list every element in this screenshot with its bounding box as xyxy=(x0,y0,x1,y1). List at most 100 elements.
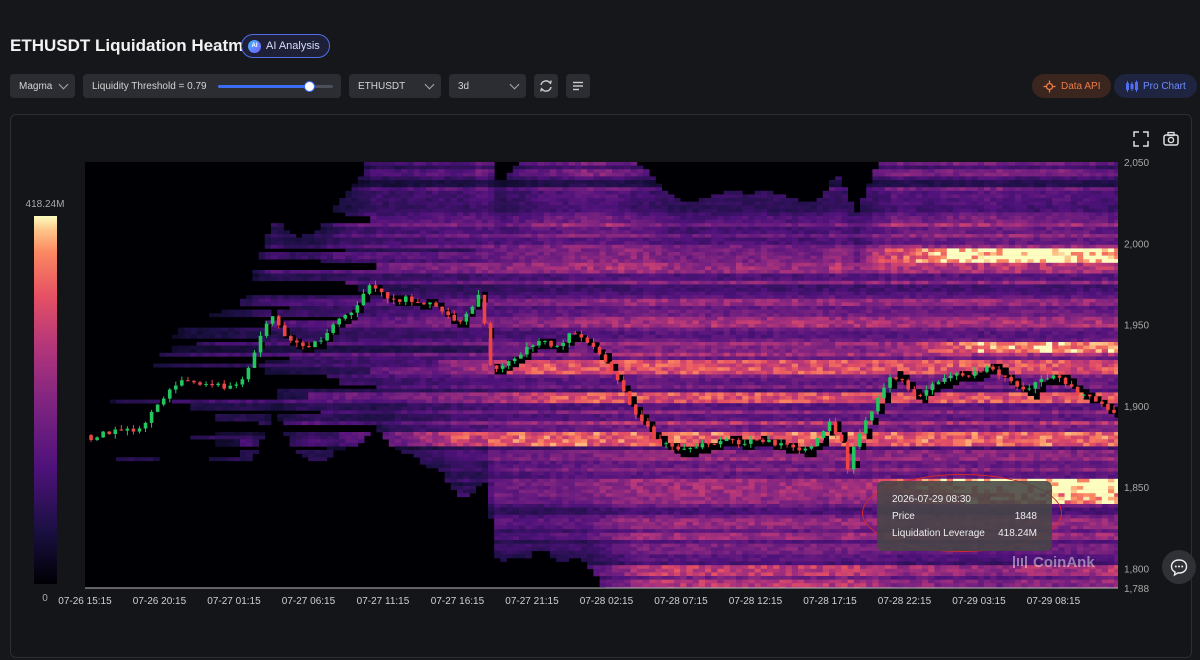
heatmap-cell xyxy=(444,334,452,339)
heatmap-cell xyxy=(345,406,352,411)
heatmap-cell xyxy=(612,223,619,228)
heatmap-cell xyxy=(593,237,600,242)
heatmap-cell xyxy=(512,500,520,505)
heatmap-cell xyxy=(419,417,427,422)
heatmap-cell xyxy=(537,270,545,274)
heatmap-cell xyxy=(605,165,613,170)
heatmap-cell xyxy=(444,468,452,472)
heatmap-cell xyxy=(376,338,383,343)
heatmap-cell xyxy=(339,198,346,202)
heatmap-cell xyxy=(463,273,470,278)
heatmap-cell xyxy=(457,277,464,282)
heatmap-cell xyxy=(494,435,501,440)
heatmap-cell xyxy=(351,223,359,228)
heatmap-cell xyxy=(463,482,470,487)
heatmap-cell xyxy=(568,280,576,285)
heatmap-cell xyxy=(612,464,619,469)
heatmap-cell xyxy=(370,414,377,418)
heatmap-cell xyxy=(357,370,365,375)
heatmap-cell xyxy=(481,180,489,184)
heatmap-cell xyxy=(277,403,284,408)
heatmap-cell xyxy=(562,518,569,523)
heatmap-cell xyxy=(593,540,600,544)
heatmap-cell xyxy=(302,252,309,256)
heatmap-cell xyxy=(512,435,520,440)
heatmap-cell xyxy=(289,432,297,436)
heatmap-cell xyxy=(376,266,383,271)
heatmap-cell xyxy=(488,378,495,382)
heatmap-cell xyxy=(519,169,526,174)
heatmap-cell xyxy=(469,475,476,480)
heatmap-cell xyxy=(469,482,476,487)
heatmap-cell xyxy=(574,223,582,228)
heatmap-cell xyxy=(494,248,501,253)
heatmap-cell xyxy=(283,302,290,307)
heatmap-cell xyxy=(339,255,346,260)
heatmap-cell xyxy=(605,234,613,238)
heatmap-cell xyxy=(599,536,607,541)
heatmap-cell xyxy=(295,406,303,411)
heatmap-cell xyxy=(426,414,433,418)
heatmap-cell xyxy=(612,255,619,260)
heatmap-cell xyxy=(165,363,173,368)
heatmap-cell xyxy=(587,450,594,454)
heatmap-cell xyxy=(618,244,625,249)
heatmap-cell xyxy=(401,165,408,170)
heatmap-cell xyxy=(556,378,563,382)
heatmap-cell xyxy=(543,172,551,177)
heatmap-cell xyxy=(550,424,557,429)
heatmap-cell xyxy=(258,252,266,256)
heatmap-cell xyxy=(574,302,582,307)
heatmap-cell xyxy=(333,241,340,246)
heatmap-cell xyxy=(339,439,346,444)
heatmap-cell xyxy=(178,334,185,339)
heatmap-cell xyxy=(481,212,489,217)
heatmap-cell xyxy=(605,176,613,181)
heatmap-cell xyxy=(457,338,464,343)
heatmap-cell xyxy=(419,237,427,242)
heatmap-cell xyxy=(506,180,514,184)
heatmap-cell xyxy=(593,475,600,480)
heatmap-cell xyxy=(326,435,334,440)
heatmap-cell xyxy=(382,280,390,285)
heatmap-cell xyxy=(568,374,576,379)
heatmap-cell xyxy=(587,565,594,570)
heatmap-cell xyxy=(438,284,445,289)
heatmap-cell xyxy=(618,334,625,339)
heatmap-cell xyxy=(519,536,526,541)
heatmap-cell xyxy=(388,291,396,296)
heatmap-cell xyxy=(419,442,427,447)
heatmap-cell xyxy=(314,327,321,332)
heatmap-cell xyxy=(444,338,452,343)
heatmap-cell xyxy=(345,234,352,238)
heatmap-cell xyxy=(488,219,495,224)
heatmap-cell xyxy=(196,406,204,411)
heatmap-cell xyxy=(568,504,576,508)
heatmap-cell xyxy=(593,320,600,325)
heatmap-cell xyxy=(574,194,582,199)
heatmap-cell xyxy=(413,208,421,213)
heatmap-cell xyxy=(382,226,390,231)
heatmap-cell xyxy=(295,360,303,364)
heatmap-cell xyxy=(612,396,619,400)
heatmap-cell xyxy=(419,414,427,418)
heatmap-cell xyxy=(419,428,427,433)
heatmap-cell xyxy=(587,327,594,332)
heatmap-cell xyxy=(364,273,371,278)
heatmap-cell xyxy=(308,432,315,436)
heatmap-cell xyxy=(345,205,352,210)
heatmap-cell xyxy=(413,262,421,267)
heatmap-cell xyxy=(320,313,328,318)
heatmap-cell xyxy=(531,482,538,487)
heatmap-cell xyxy=(271,270,278,274)
heatmap-cell xyxy=(556,352,563,357)
heatmap-cell xyxy=(413,212,421,217)
heatmap-cell xyxy=(401,396,408,400)
heatmap-cell xyxy=(233,406,241,411)
heatmap-cell xyxy=(562,252,569,256)
heatmap-cell xyxy=(308,327,315,332)
heatmap-cell xyxy=(519,417,526,422)
heatmap-cell xyxy=(271,342,278,346)
heatmap-cell xyxy=(240,406,247,411)
heatmap-cell xyxy=(463,219,470,224)
